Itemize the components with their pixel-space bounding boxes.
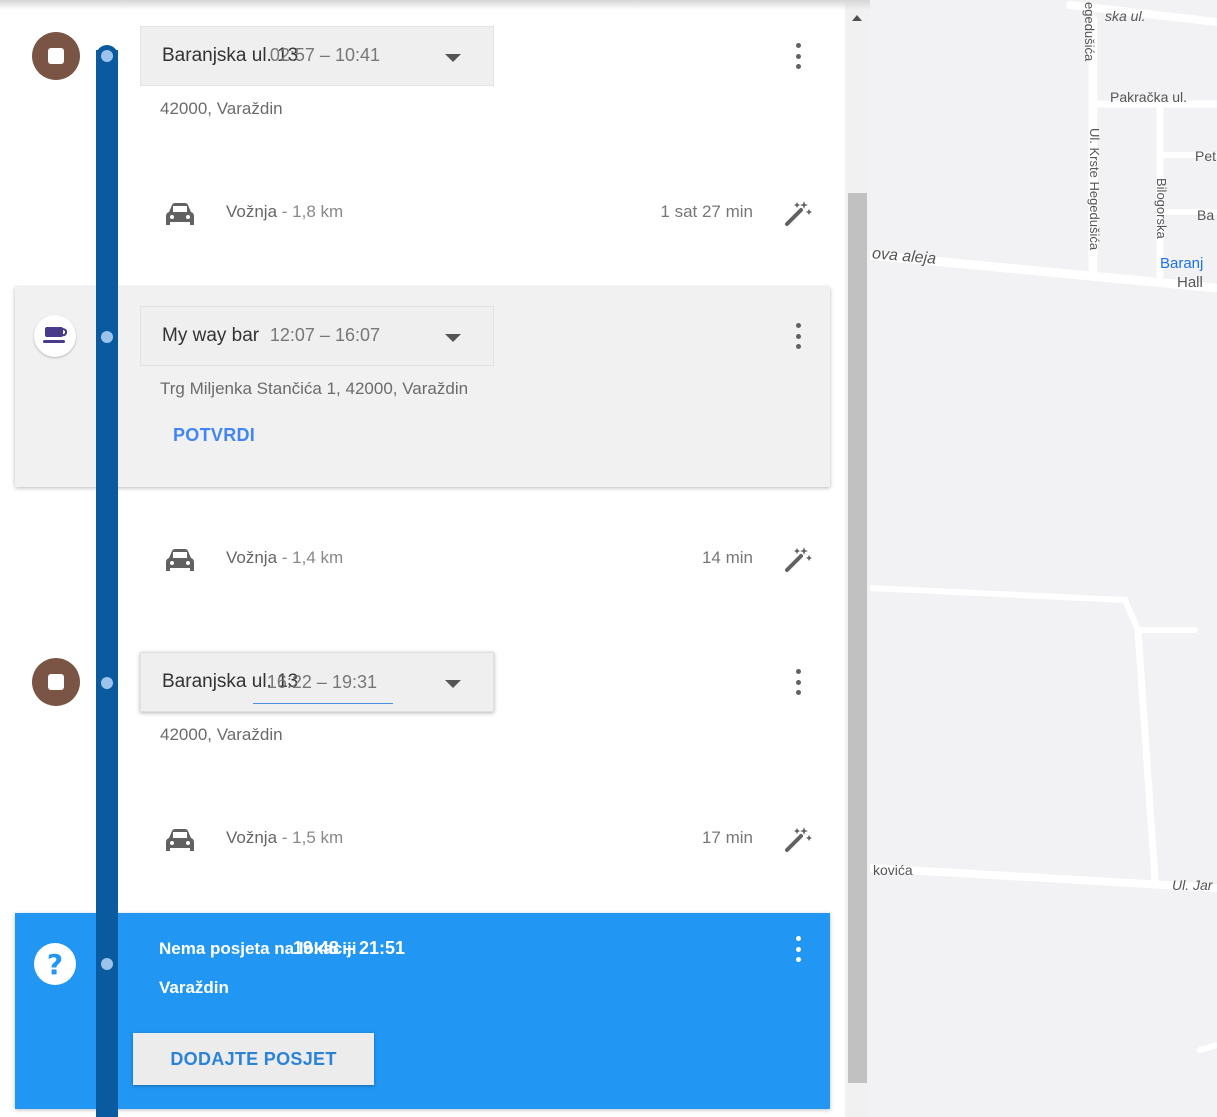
visit-time[interactable]: 12:07 – 16:07 (270, 325, 380, 346)
home-icon (32, 32, 80, 80)
map-poi-label[interactable]: Hall (1177, 274, 1203, 291)
drive-segment[interactable]: Vožnja - 1,8 km 1 sat 27 min (0, 199, 845, 229)
drive-duration: 14 min (701, 548, 753, 567)
route-point (101, 958, 113, 970)
home-icon (32, 658, 80, 706)
dropdown-arrow-icon (445, 680, 461, 688)
drive-duration: 1 sat 27 min (660, 202, 753, 221)
more-options-icon[interactable] (793, 936, 803, 962)
missing-visit-location: Varaždin (159, 978, 229, 997)
map-street-label: kovića (873, 862, 913, 878)
visit-address: 42000, Varaždin (160, 725, 283, 744)
question-icon: ? (34, 943, 76, 985)
drive-label: Vožnja - 1,8 km (226, 202, 344, 221)
confirm-button[interactable]: POTVRDI (173, 425, 255, 446)
map-street-label: Bilogorska (1154, 178, 1169, 239)
map-street-label: Ba (1197, 207, 1215, 223)
magic-wand-icon[interactable] (784, 545, 812, 573)
magic-wand-icon[interactable] (784, 199, 812, 227)
visit-address: Trg Miljenka Stančića 1, 42000, Varaždin (160, 379, 469, 398)
map-street-label: egedušića (1082, 2, 1097, 62)
top-shadow (0, 0, 870, 10)
add-visit-button[interactable]: DODAJTE POSJET (133, 1033, 374, 1085)
scrollbar-thumb[interactable] (848, 193, 867, 1083)
magic-wand-icon[interactable] (784, 825, 812, 853)
map-poi-label[interactable]: Baranj (1160, 255, 1203, 272)
timeline-panel: Baranjska ul. 13 02:57 – 10:41 42000, Va… (0, 0, 845, 1117)
route-point (101, 677, 113, 689)
drive-duration: 17 min (701, 828, 753, 847)
drive-label: Vožnja - 1,4 km (226, 548, 344, 567)
car-icon (166, 203, 194, 225)
route-point (101, 331, 113, 343)
scroll-up-arrow-icon[interactable] (852, 15, 862, 21)
drive-label: Vožnja - 1,5 km (226, 828, 344, 847)
map-street-label: Pet (1195, 148, 1217, 164)
visit-address: 42000, Varaždin (160, 99, 283, 118)
missing-visit-time[interactable]: 19:48 – 21:51 (293, 938, 405, 959)
route-point (101, 50, 113, 62)
more-options-icon[interactable] (793, 669, 803, 695)
dropdown-arrow-icon (445, 334, 461, 342)
drive-segment[interactable]: Vožnja - 1,4 km 14 min (0, 545, 845, 575)
map-street-label: Pakračka ul. (1110, 89, 1188, 105)
dropdown-arrow-icon (445, 54, 461, 62)
map-street-label: Ul. Krste Hegedušića (1087, 128, 1102, 251)
map-view[interactable]: ska ul. egedušića Pakračka ul. Pet Ul. K… (870, 0, 1217, 1117)
more-options-icon[interactable] (793, 43, 803, 69)
visit-time-input[interactable]: 16:22 – 19:31 (252, 672, 393, 704)
drive-segment[interactable]: Vožnja - 1,5 km 17 min (0, 825, 845, 855)
car-icon (166, 549, 194, 571)
map-street-label: Ul. Jar (1172, 877, 1213, 893)
cafe-icon (34, 315, 76, 357)
scrollbar[interactable] (845, 0, 870, 1117)
more-options-icon[interactable] (793, 323, 803, 349)
place-name: My way bar (162, 325, 260, 346)
car-icon (166, 829, 194, 851)
map-roads (870, 1, 1217, 1053)
map-street-label: ska ul. (1105, 8, 1146, 24)
visit-time[interactable]: 02:57 – 10:41 (270, 45, 380, 66)
